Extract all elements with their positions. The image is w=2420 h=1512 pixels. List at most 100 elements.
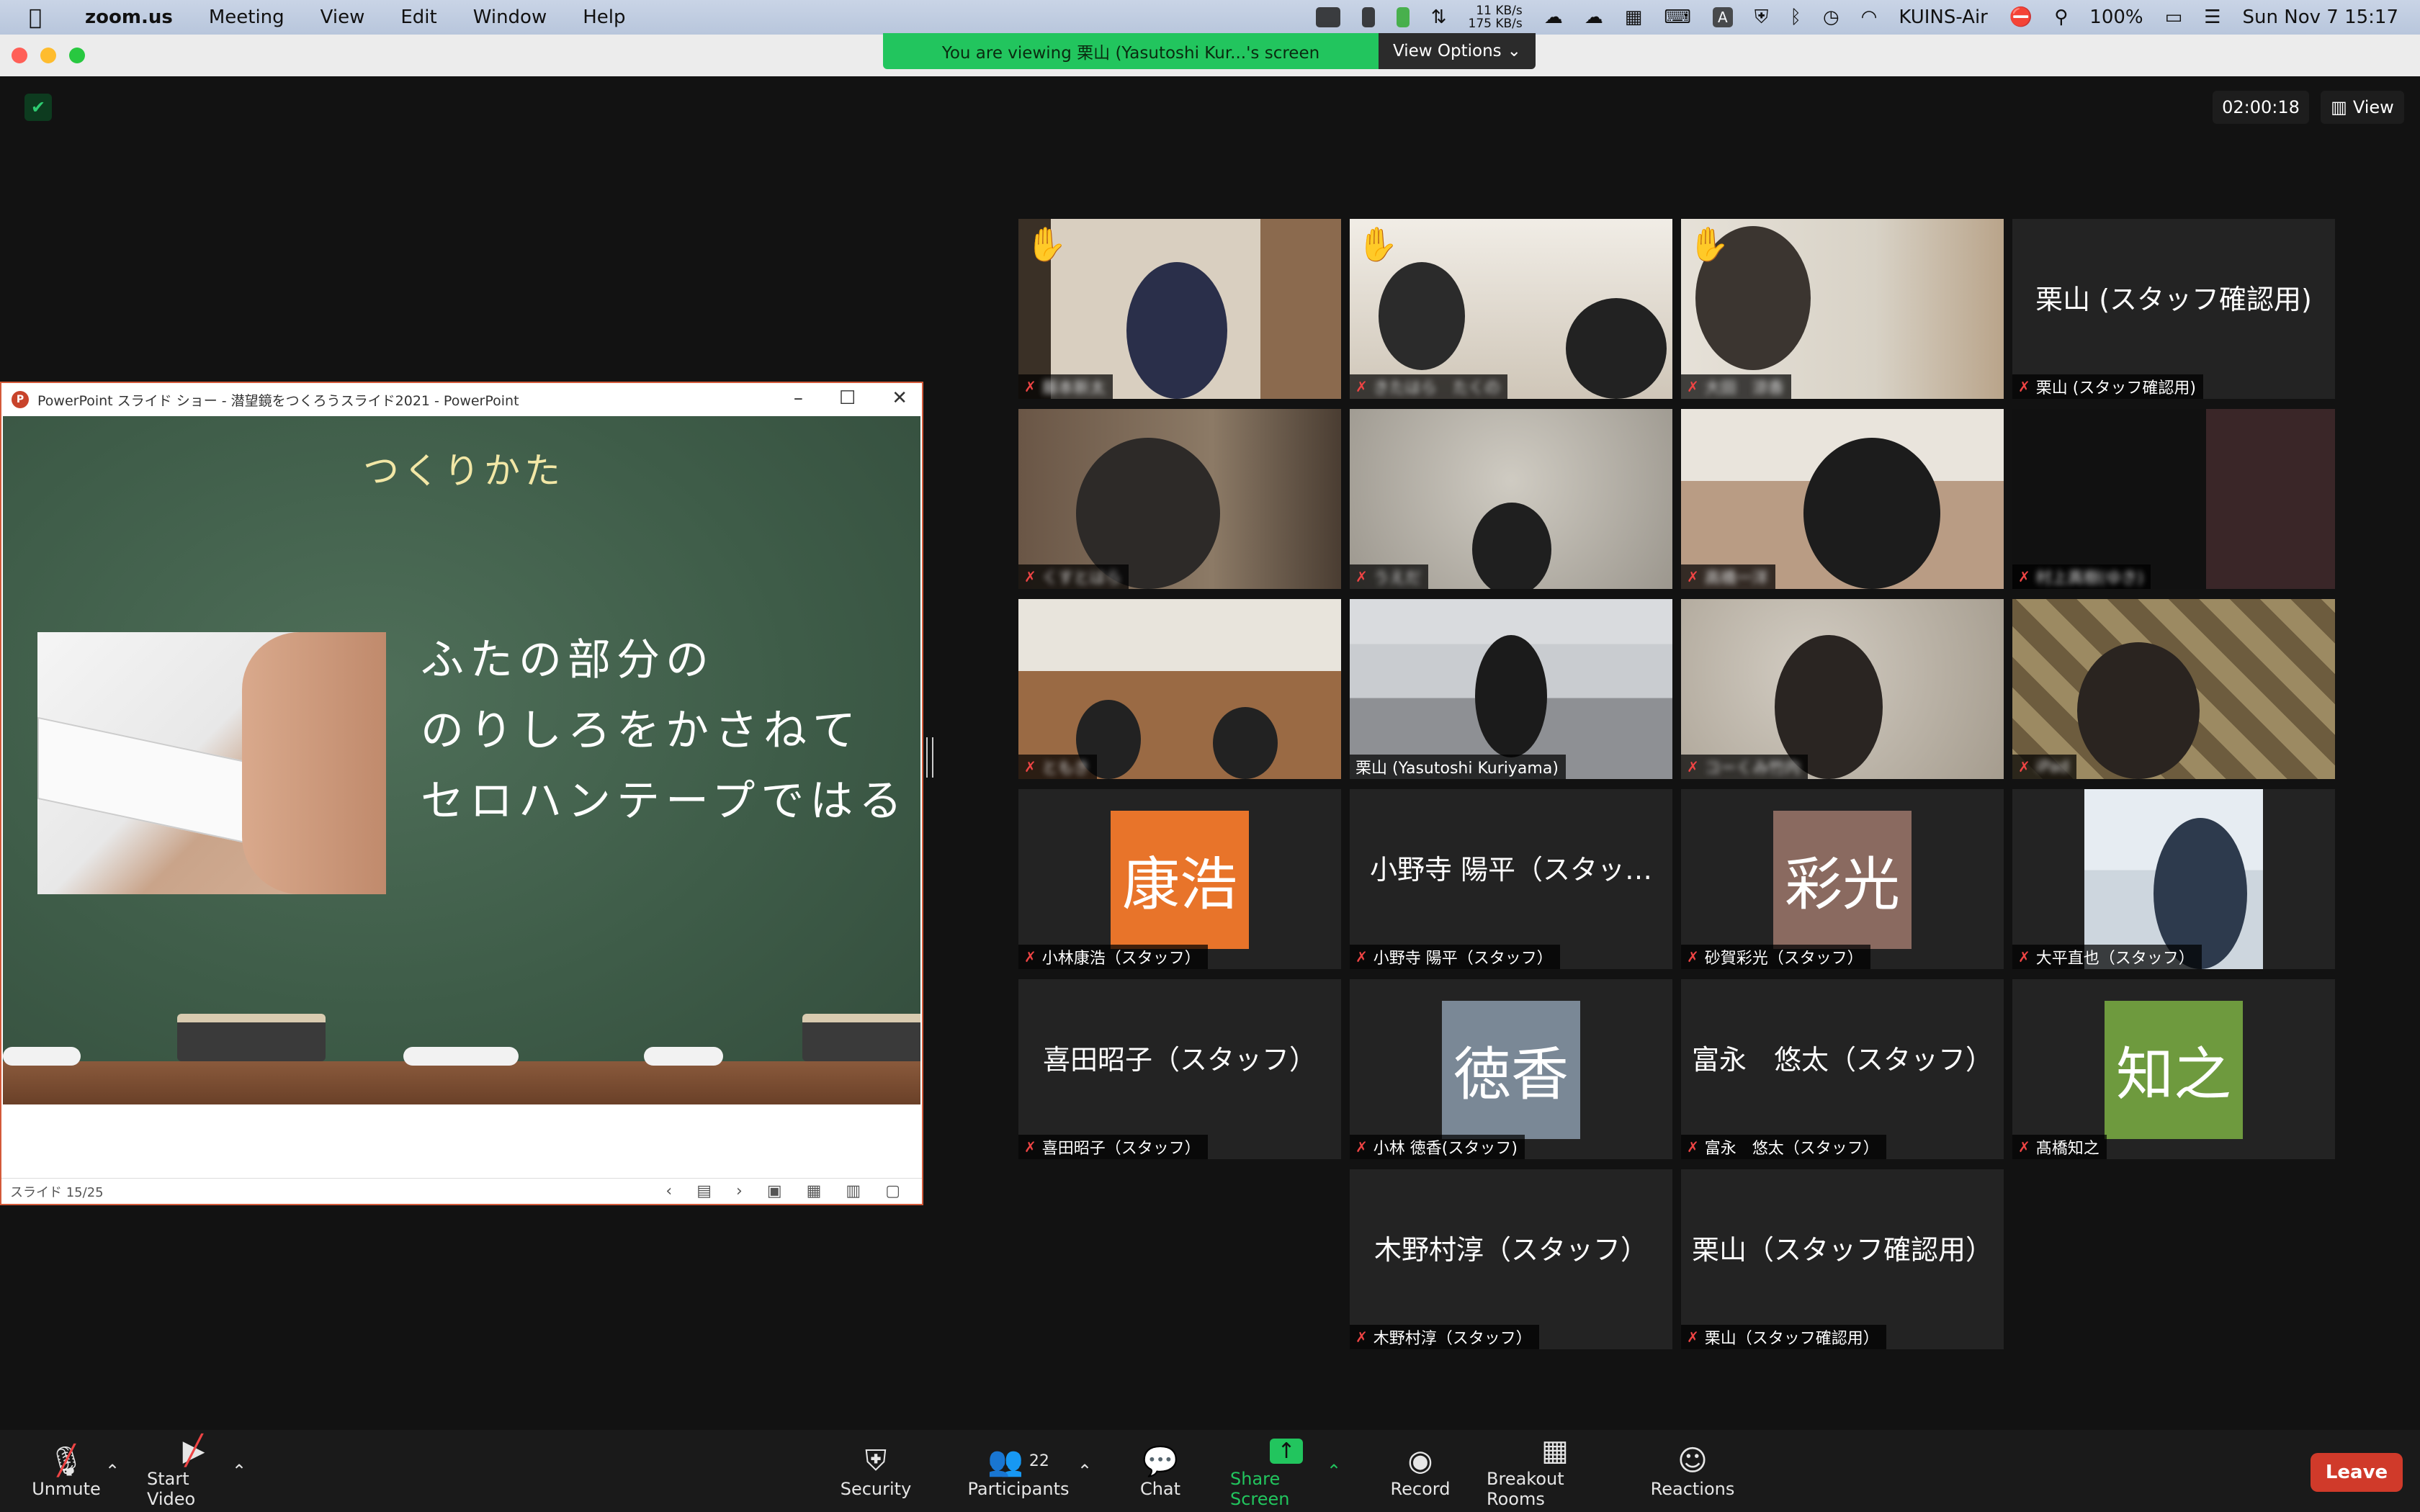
video-tile[interactable]: ✗ 高橋一洋 bbox=[1681, 409, 2004, 589]
keyboard-icon[interactable]: ⌨ bbox=[1664, 6, 1691, 28]
ppt-close-icon[interactable]: ✕ bbox=[892, 387, 908, 409]
leave-button[interactable]: Leave bbox=[2311, 1453, 2403, 1492]
mic-muted-icon: ✗ bbox=[1024, 1138, 1036, 1156]
participant-name-tag: ✗ うえだ bbox=[1350, 564, 1428, 589]
mic-muted-icon: ✗ bbox=[1355, 1138, 1368, 1156]
ppt-maximize-icon[interactable]: ☐ bbox=[839, 387, 856, 409]
video-tile[interactable]: ✗ うえだ bbox=[1350, 409, 1672, 589]
video-tile[interactable]: ✗ コーくみ竹内 bbox=[1681, 599, 2004, 779]
video-options-caret[interactable]: ⌃ bbox=[232, 1430, 246, 1512]
video-tile[interactable]: ✗ くすとはら bbox=[1018, 409, 1341, 589]
input-source-icon[interactable]: A bbox=[1712, 7, 1733, 27]
video-tile[interactable]: 富永 悠太（スタッフ） ✗ 富永 悠太（スタッフ） bbox=[1681, 979, 2004, 1159]
video-tile[interactable]: ✗ 村上真樹(ゆき) bbox=[2012, 409, 2335, 589]
mic-muted-icon: ✗ bbox=[1687, 378, 1699, 395]
zoom-window-button[interactable] bbox=[69, 48, 85, 63]
video-tile[interactable]: ✗ iPad bbox=[2012, 599, 2335, 779]
minimize-window-button[interactable] bbox=[40, 48, 56, 63]
video-tile[interactable]: ✗ ともき bbox=[1018, 599, 1341, 779]
control-center-icon[interactable]: ☰ bbox=[2204, 6, 2220, 28]
shared-powerpoint-window[interactable]: P PowerPoint スライド ショー - 潜望鏡をつくろうスライド2021… bbox=[0, 382, 923, 1205]
video-tile[interactable]: ✗ 大平直也（スタッフ） bbox=[2012, 789, 2335, 969]
window-grid-icon[interactable]: ▦ bbox=[1625, 6, 1643, 28]
cloud-alt-icon[interactable]: ☁ bbox=[1585, 6, 1603, 28]
video-tile[interactable]: ✋ ✗ きたはら たくの bbox=[1350, 219, 1672, 399]
clock[interactable]: Sun Nov 7 15:17 bbox=[2243, 6, 2398, 28]
participant-name-tag: ✗ 砂賀彩光（スタッフ） bbox=[1681, 945, 1870, 969]
start-video-label: Start Video bbox=[147, 1469, 196, 1509]
video-tile[interactable]: ✋ ✗ 藤本新太 bbox=[1018, 219, 1341, 399]
search-icon[interactable]: ⚲ bbox=[2054, 6, 2068, 28]
reading-view-icon[interactable]: ▥ bbox=[846, 1182, 861, 1200]
participant-display-name: 栗山 (スタッフ確認用) bbox=[2035, 283, 2312, 315]
slideshow-view-icon[interactable]: ▢ bbox=[885, 1182, 900, 1200]
video-tile[interactable]: 栗山（スタッフ確認用） ✗ 栗山（スタッフ確認用） bbox=[1681, 1169, 2004, 1349]
bluetooth-icon[interactable]: ᛒ bbox=[1790, 6, 1801, 28]
participant-display-name: 富永 悠太（スタッフ） bbox=[1691, 1043, 1993, 1076]
participant-name-tag: ✗ 髙橋知之 bbox=[2012, 1135, 2107, 1159]
battery-percent[interactable]: 100% bbox=[2089, 6, 2143, 28]
participants-button[interactable]: 👥 22 Participants bbox=[968, 1430, 1070, 1512]
chat-button[interactable]: 💬 Chat bbox=[1134, 1430, 1187, 1512]
video-tile[interactable]: 木野村淳（スタッフ） ✗ 木野村淳（スタッフ） bbox=[1350, 1169, 1672, 1349]
participant-name-tag: ✗ 栗山（スタッフ確認用） bbox=[1681, 1325, 1886, 1349]
reactions-button[interactable]: ☺ Reactions bbox=[1651, 1430, 1735, 1512]
menu-help[interactable]: Help bbox=[583, 6, 625, 28]
video-tile-active-speaker[interactable]: 栗山 (Yasutoshi Kuriyama) bbox=[1350, 599, 1672, 779]
next-slide-icon[interactable]: › bbox=[736, 1182, 743, 1200]
video-tile[interactable]: 知之 ✗ 髙橋知之 bbox=[2012, 979, 2335, 1159]
menu-view[interactable]: View bbox=[321, 6, 365, 28]
net-up: 11 KB/s bbox=[1476, 4, 1523, 18]
normal-view-icon[interactable]: ▣ bbox=[767, 1182, 782, 1200]
ppt-minimize-icon[interactable]: – bbox=[794, 387, 803, 409]
video-tile[interactable]: ✋ ✗ 大田 涼香 bbox=[1681, 219, 2004, 399]
share-options-caret[interactable]: ⌃ bbox=[1327, 1430, 1341, 1512]
menu-edit[interactable]: Edit bbox=[400, 6, 436, 28]
breakout-rooms-button[interactable]: ▦ Breakout Rooms bbox=[1487, 1430, 1623, 1512]
audio-options-caret[interactable]: ⌃ bbox=[105, 1430, 120, 1512]
participant-figure bbox=[1475, 635, 1547, 757]
sorter-view-icon[interactable]: ▦ bbox=[807, 1182, 822, 1200]
view-button[interactable]: ▥ View bbox=[2321, 91, 2404, 124]
status-memory-icon[interactable] bbox=[1361, 7, 1375, 27]
participant-name: 藤本新太 bbox=[1041, 379, 1106, 397]
time-machine-icon[interactable]: ◷ bbox=[1823, 6, 1839, 28]
video-tile[interactable]: 康浩 ✗ 小林康浩（スタッフ） bbox=[1018, 789, 1341, 969]
shield-status-icon[interactable]: ⛨ bbox=[1754, 6, 1769, 29]
video-tile[interactable]: 喜田昭子（スタッフ） ✗ 喜田昭子（スタッフ） bbox=[1018, 979, 1341, 1159]
cloud-icon[interactable]: ☁ bbox=[1544, 6, 1563, 28]
menu-app-name[interactable]: zoom.us bbox=[85, 6, 173, 28]
battery-icon[interactable]: ▭ bbox=[2165, 6, 2183, 28]
start-video-button[interactable]: ▶ ╱ Start Video bbox=[147, 1430, 241, 1512]
split-resize-handle[interactable] bbox=[926, 737, 933, 778]
security-button[interactable]: ⛨ Security bbox=[835, 1430, 916, 1512]
close-window-button[interactable] bbox=[12, 48, 27, 63]
record-button[interactable]: ◉ Record bbox=[1386, 1430, 1455, 1512]
host-name[interactable]: KUINS-Air bbox=[1899, 6, 1988, 28]
mute-status-icon[interactable]: ⛔ bbox=[2009, 6, 2033, 28]
video-tile[interactable]: 栗山 (スタッフ確認用) ✗ 栗山 (スタッフ確認用) bbox=[2012, 219, 2335, 399]
apple-icon[interactable]:  bbox=[29, 5, 42, 30]
video-tile[interactable]: 徳香 ✗ 小林 徳香(スタッフ) bbox=[1350, 979, 1672, 1159]
prev-slide-icon[interactable]: ‹ bbox=[666, 1182, 672, 1200]
participant-name-tag: ✗ 大平直也（スタッフ） bbox=[2012, 945, 2202, 969]
wifi-icon[interactable]: ◠ bbox=[1861, 6, 1878, 28]
video-tile[interactable]: 小野寺 陽平（スタッ… ✗ 小野寺 陽平（スタッフ） bbox=[1350, 789, 1672, 969]
menu-meeting[interactable]: Meeting bbox=[209, 6, 284, 28]
network-speed[interactable]: 11 KB/s 175 KB/s bbox=[1469, 4, 1523, 30]
participants-caret[interactable]: ⌃ bbox=[1077, 1430, 1092, 1512]
status-battery-app-icon[interactable] bbox=[1396, 7, 1410, 27]
video-feed bbox=[2012, 409, 2335, 589]
unmute-button[interactable]: 🎙 ╱ Unmute bbox=[32, 1430, 101, 1512]
participant-name-tag: ✗ 村上真樹(ゆき) bbox=[2012, 564, 2151, 589]
video-tile[interactable]: 彩光 ✗ 砂賀彩光（スタッフ） bbox=[1681, 789, 2004, 969]
mic-muted-icon: ✗ bbox=[1687, 1138, 1699, 1156]
encryption-shield-icon[interactable]: ✔ bbox=[24, 94, 52, 121]
view-options-button[interactable]: View Options ⌄ bbox=[1379, 33, 1536, 69]
status-sync-icon[interactable]: ⇅ bbox=[1431, 6, 1447, 28]
slide-menu-icon[interactable]: ▤ bbox=[696, 1182, 712, 1200]
menu-window[interactable]: Window bbox=[473, 6, 547, 28]
share-screen-button[interactable]: ↑ Share Screen bbox=[1230, 1430, 1343, 1512]
status-camera-icon[interactable] bbox=[1315, 7, 1340, 27]
raised-hand-icon: ✋ bbox=[1688, 225, 1730, 264]
